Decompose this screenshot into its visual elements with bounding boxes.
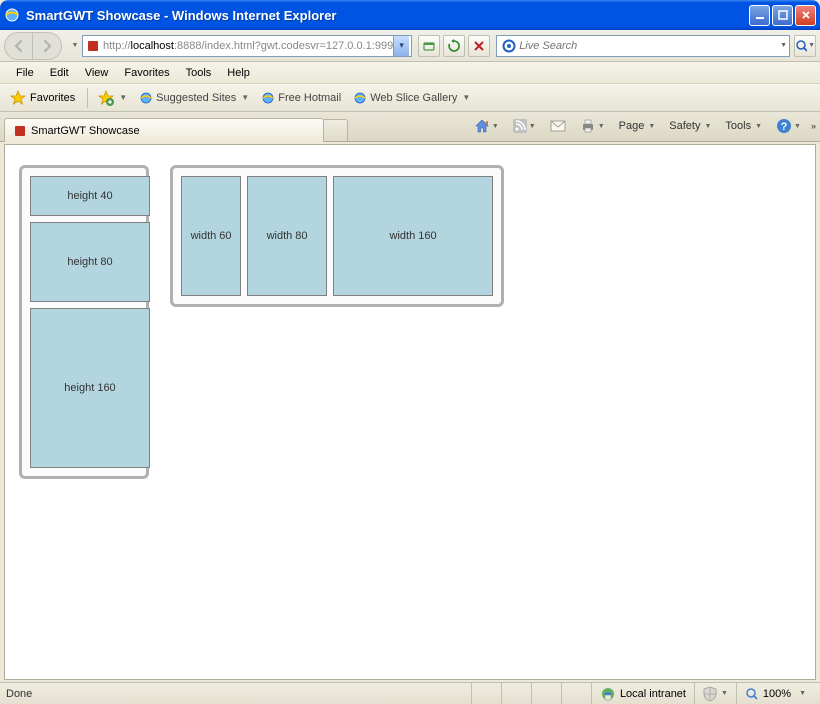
page-favicon-icon	[85, 38, 101, 54]
hlayout-cell: width 80	[247, 176, 327, 296]
menu-view[interactable]: View	[77, 65, 117, 81]
zoom-control[interactable]: 100% ▼	[736, 683, 814, 704]
bing-icon	[502, 39, 516, 53]
search-box[interactable]: ▼	[496, 35, 790, 57]
search-go-button[interactable]: ▼	[794, 35, 816, 57]
star-icon	[10, 90, 26, 106]
menu-favorites[interactable]: Favorites	[116, 65, 177, 81]
read-mail-button[interactable]	[546, 118, 570, 134]
tab-bar: SmartGWT Showcase ▼ ▼ ▼ Page▼ Safety▼ To…	[0, 112, 820, 142]
vertical-layout-container: height 40 height 80height 160	[19, 165, 149, 479]
zone-icon	[600, 686, 616, 702]
menu-edit[interactable]: Edit	[42, 65, 77, 81]
status-segment	[531, 683, 561, 704]
vlayout-cell: height 40	[30, 176, 150, 216]
ie-icon	[139, 91, 153, 105]
ie-icon	[353, 91, 367, 105]
vlayout-cell: height 160	[30, 308, 150, 468]
favorites-bar: Favorites ▼ Suggested Sites ▼ Free Hotma…	[0, 84, 820, 112]
minimize-button[interactable]	[749, 5, 770, 26]
tab-favicon-icon	[13, 124, 27, 138]
web-slice-label: Web Slice Gallery	[370, 92, 457, 104]
status-text: Done	[6, 688, 471, 700]
safety-label: Safety	[669, 120, 700, 132]
protected-mode-button[interactable]: ▼	[694, 683, 736, 704]
address-text: http://localhost:8888/index.html?gwt.cod…	[103, 40, 393, 52]
toolbar-overflow[interactable]: »	[811, 121, 814, 131]
menu-file[interactable]: File	[8, 65, 42, 81]
ie-icon	[261, 91, 275, 105]
menu-help[interactable]: Help	[219, 65, 258, 81]
add-favorite-button[interactable]: ▼	[96, 88, 129, 108]
address-dropdown[interactable]: ▾	[393, 36, 409, 56]
shield-icon	[703, 686, 717, 702]
zoom-icon	[745, 687, 759, 701]
suggested-sites-label: Suggested Sites	[156, 92, 236, 104]
menu-tools[interactable]: Tools	[178, 65, 220, 81]
tools-menu[interactable]: Tools▼	[721, 118, 766, 134]
search-provider-dropdown[interactable]: ▼	[780, 42, 787, 49]
forward-button[interactable]	[33, 33, 61, 59]
vlayout-cell: height 80	[30, 222, 150, 302]
favorites-button[interactable]: Favorites	[6, 88, 79, 108]
menu-bar: File Edit View Favorites Tools Help	[0, 62, 820, 84]
compat-view-button[interactable]	[418, 35, 440, 57]
print-button[interactable]: ▼	[576, 116, 609, 136]
free-hotmail-link[interactable]: Free Hotmail	[259, 89, 343, 107]
new-tab-button[interactable]	[324, 119, 348, 141]
status-segment	[561, 683, 591, 704]
maximize-button[interactable]	[772, 5, 793, 26]
home-button[interactable]: ▼	[470, 116, 503, 136]
back-button[interactable]	[5, 33, 33, 59]
page-menu[interactable]: Page▼	[615, 118, 660, 134]
horizontal-layout-container: width 60width 80width 160	[170, 165, 504, 307]
address-bar[interactable]: http://localhost:8888/index.html?gwt.cod…	[82, 35, 412, 57]
feeds-button[interactable]: ▼	[509, 117, 540, 135]
hotmail-label: Free Hotmail	[278, 92, 341, 104]
hlayout-cell: width 160	[333, 176, 493, 296]
separator	[87, 88, 88, 108]
tools-label: Tools	[725, 120, 751, 132]
security-zone[interactable]: Local intranet	[591, 683, 694, 704]
navigation-bar: ▼ http://localhost:8888/index.html?gwt.c…	[0, 30, 820, 62]
zone-label: Local intranet	[620, 688, 686, 700]
nav-history-dropdown[interactable]: ▼	[68, 33, 82, 59]
window-titlebar: SmartGWT Showcase - Windows Internet Exp…	[0, 0, 820, 30]
zoom-value: 100%	[763, 688, 791, 700]
status-bar: Done Local intranet ▼ 100% ▼	[0, 682, 820, 704]
svg-text:?: ?	[781, 121, 788, 133]
refresh-button[interactable]	[443, 35, 465, 57]
favorites-label: Favorites	[30, 92, 75, 104]
search-input[interactable]	[519, 40, 780, 52]
hlayout-cell: width 60	[181, 176, 241, 296]
stop-button[interactable]	[468, 35, 490, 57]
ie-logo-icon	[4, 7, 20, 23]
status-segment	[501, 683, 531, 704]
safety-menu[interactable]: Safety▼	[665, 118, 715, 134]
suggested-sites-link[interactable]: Suggested Sites ▼	[137, 89, 251, 107]
status-segment	[471, 683, 501, 704]
tab-title: SmartGWT Showcase	[31, 125, 140, 137]
page-label: Page	[619, 120, 645, 132]
web-slice-link[interactable]: Web Slice Gallery ▼	[351, 89, 472, 107]
tab-smartgwt[interactable]: SmartGWT Showcase	[4, 118, 324, 142]
window-title: SmartGWT Showcase - Windows Internet Exp…	[26, 8, 749, 23]
page-content: height 40height 80height 160 width 60wid…	[4, 144, 816, 680]
close-button[interactable]	[795, 5, 816, 26]
help-button[interactable]: ? ▼	[772, 116, 805, 136]
